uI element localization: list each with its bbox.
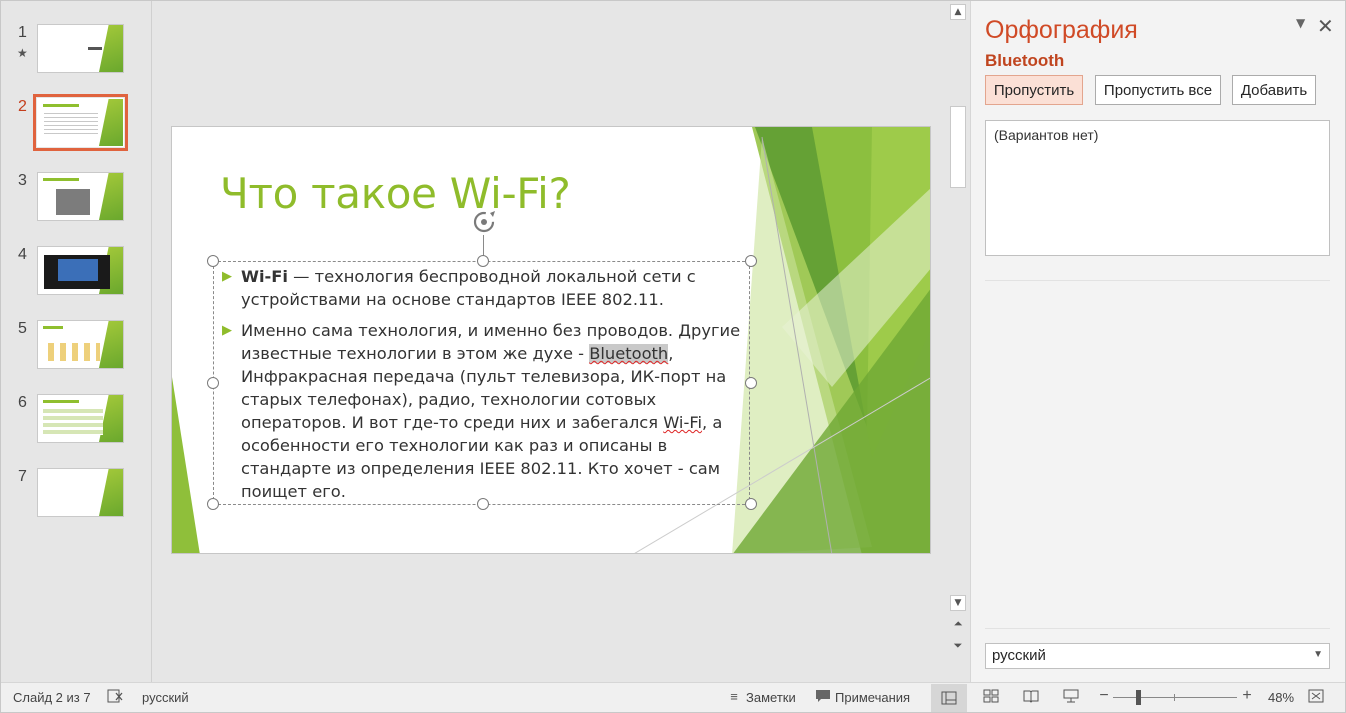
spell-check-icon[interactable]: [106, 688, 124, 704]
thumbnail-number: 6: [18, 394, 27, 411]
fit-to-window-icon[interactable]: [1307, 688, 1325, 704]
no-suggestions-text: (Вариантов нет): [994, 127, 1099, 143]
bullet-paragraph-1: Wi-Fi — технология беспроводной локально…: [241, 265, 749, 311]
scroll-down-icon[interactable]: ▼: [950, 595, 966, 611]
language-dropdown-value: русский: [992, 647, 1046, 664]
notes-icon[interactable]: ≡: [725, 688, 743, 704]
bullet-arrow-icon: ▶: [222, 323, 232, 338]
slide-thumbnail-pane: 1 ★ 2 3 4 5 6 7: [0, 0, 152, 682]
zoom-in-icon[interactable]: +: [1238, 687, 1256, 704]
thumbnail-image: [33, 94, 128, 151]
thumbnail-image: [37, 468, 124, 517]
notes-button[interactable]: Заметки: [746, 690, 796, 705]
zoom-level[interactable]: 48%: [1268, 690, 1294, 705]
thumbnail-image: [37, 172, 124, 221]
thumbnail-image: [37, 320, 124, 369]
scroll-up-icon[interactable]: ▲: [950, 4, 966, 20]
thumbnail-image: [37, 24, 124, 73]
next-slide-icon[interactable]: ⏷: [951, 639, 965, 653]
thumbnail-number: 3: [18, 172, 27, 189]
resize-handle[interactable]: [207, 255, 219, 267]
thumbnail-7[interactable]: 7: [0, 468, 150, 528]
thumbnail-number: 1: [18, 24, 27, 41]
content-textbox[interactable]: ▶ Wi-Fi — технология беспроводной локаль…: [207, 255, 757, 510]
reading-view-icon[interactable]: [1022, 688, 1040, 704]
thumbnail-number: 7: [18, 468, 27, 485]
slide-counter: Слайд 2 из 7: [13, 690, 91, 705]
slide-canvas[interactable]: Что такое Wi-Fi? ▶ Wi-Fi — технология бе…: [171, 126, 931, 554]
bullet-1-text: — технология беспроводной локальной сети…: [241, 267, 696, 309]
thumbnail-2[interactable]: 2: [0, 94, 150, 158]
previous-slide-icon[interactable]: ⏶: [951, 617, 965, 631]
divider: [985, 280, 1330, 281]
divider: [985, 628, 1330, 629]
misspelled-word-highlight[interactable]: Bluetooth: [589, 344, 669, 363]
close-icon[interactable]: ✕: [1317, 14, 1334, 38]
resize-handle[interactable]: [207, 498, 219, 510]
scroll-thumb[interactable]: [950, 106, 966, 188]
add-button[interactable]: Добавить: [1232, 75, 1316, 105]
thumbnail-4[interactable]: 4: [0, 246, 150, 306]
status-bar: Слайд 2 из 7 русский ≡ Заметки Примечани…: [0, 682, 1346, 713]
vertical-scrollbar[interactable]: ▲ ▼: [948, 4, 968, 614]
bullet-paragraph-2: Именно сама технология, и именно без про…: [241, 319, 749, 503]
normal-view-button[interactable]: [931, 684, 967, 712]
thumbnail-1[interactable]: 1 ★: [0, 24, 150, 84]
bullet-arrow-icon: ▶: [222, 269, 232, 284]
suggestions-list[interactable]: (Вариантов нет): [985, 120, 1330, 256]
spelling-pane: Орфография ▼ ✕ Bluetooth Пропустить Проп…: [970, 0, 1346, 682]
thumbnail-number: 4: [18, 246, 27, 263]
slide-sorter-icon[interactable]: [982, 688, 1000, 704]
skip-button[interactable]: Пропустить: [985, 75, 1083, 105]
comment-icon[interactable]: [814, 688, 832, 704]
zoom-out-icon[interactable]: −: [1095, 687, 1113, 704]
pane-options-chevron-icon[interactable]: ▼: [1296, 16, 1305, 30]
chevron-down-icon: ▼: [1313, 649, 1323, 660]
thumbnail-5[interactable]: 5: [0, 320, 150, 380]
thumbnail-6[interactable]: 6: [0, 394, 150, 454]
pane-title: Орфография: [985, 16, 1138, 44]
thumbnail-image: [37, 246, 124, 295]
bullet-1-bold-term: Wi-Fi: [241, 267, 288, 286]
resize-handle[interactable]: [207, 377, 219, 389]
thumbnail-3[interactable]: 3: [0, 172, 150, 232]
zoom-slider-midpoint: [1174, 694, 1175, 701]
comments-button[interactable]: Примечания: [835, 690, 910, 705]
status-language[interactable]: русский: [142, 690, 189, 705]
zoom-slider[interactable]: [1113, 697, 1237, 698]
misspelled-word: Bluetooth: [985, 51, 1065, 70]
slideshow-icon[interactable]: [1062, 688, 1080, 704]
thumbnail-number: 5: [18, 320, 27, 337]
flagged-word[interactable]: Wi-Fi: [663, 413, 702, 432]
skip-all-button[interactable]: Пропустить все: [1095, 75, 1221, 105]
language-dropdown[interactable]: русский ▼: [985, 643, 1330, 669]
rotate-handle-icon[interactable]: [469, 207, 499, 237]
slide-title[interactable]: Что такое Wi-Fi?: [220, 169, 571, 218]
thumbnail-number: 2: [18, 98, 27, 115]
animation-star-icon: ★: [17, 46, 28, 60]
thumbnail-image: [37, 394, 124, 443]
zoom-slider-thumb[interactable]: [1136, 690, 1141, 705]
